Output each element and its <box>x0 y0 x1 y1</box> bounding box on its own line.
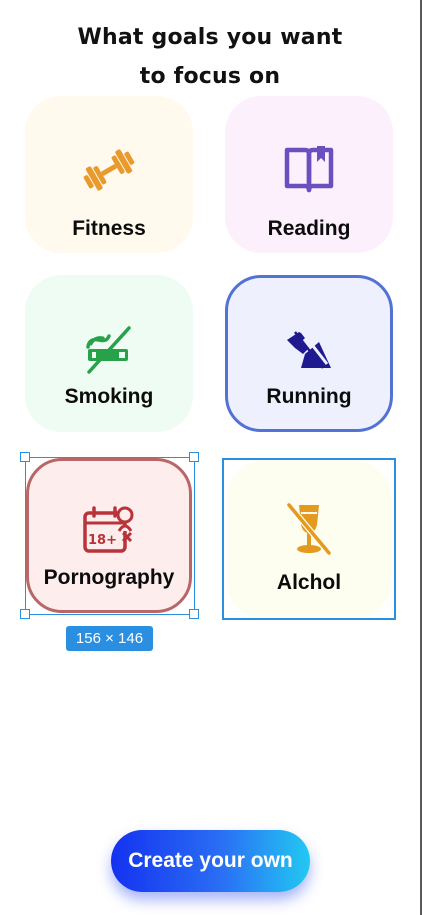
goal-card-reading[interactable]: Reading <box>225 96 393 253</box>
goal-label-running: Running <box>266 385 352 408</box>
resize-handle-bottom-left[interactable] <box>20 609 30 619</box>
page-title-line-2: to focus on <box>139 64 281 89</box>
goal-card-smoking[interactable]: Smoking <box>25 275 193 432</box>
page-title: What goals you want to focus on <box>0 18 420 96</box>
frame-edge-divider <box>420 0 422 915</box>
selection-frame-pornography <box>25 457 195 615</box>
goal-card-running[interactable]: Running <box>225 275 393 432</box>
goal-card-fitness[interactable]: Fitness <box>25 96 193 253</box>
goal-label-reading: Reading <box>267 217 351 240</box>
goals-screen: What goals you want to focus on Fitness <box>0 0 423 915</box>
hover-frame-alchol <box>222 458 396 620</box>
goal-label-fitness: Fitness <box>72 217 146 240</box>
no-smoking-icon <box>86 326 131 374</box>
resize-handle-top-left[interactable] <box>20 452 30 462</box>
resize-handle-bottom-right[interactable] <box>189 609 199 619</box>
page-title-line-1: What goals you want <box>77 25 343 50</box>
resize-handle-top-right[interactable] <box>189 452 199 462</box>
running-icon <box>287 327 331 369</box>
create-your-own-button[interactable]: Create your own <box>111 830 310 892</box>
goal-label-smoking: Smoking <box>64 385 154 408</box>
dimension-badge: 156 × 146 <box>66 626 153 651</box>
dumbbell-icon <box>83 149 135 191</box>
book-icon <box>284 146 334 193</box>
